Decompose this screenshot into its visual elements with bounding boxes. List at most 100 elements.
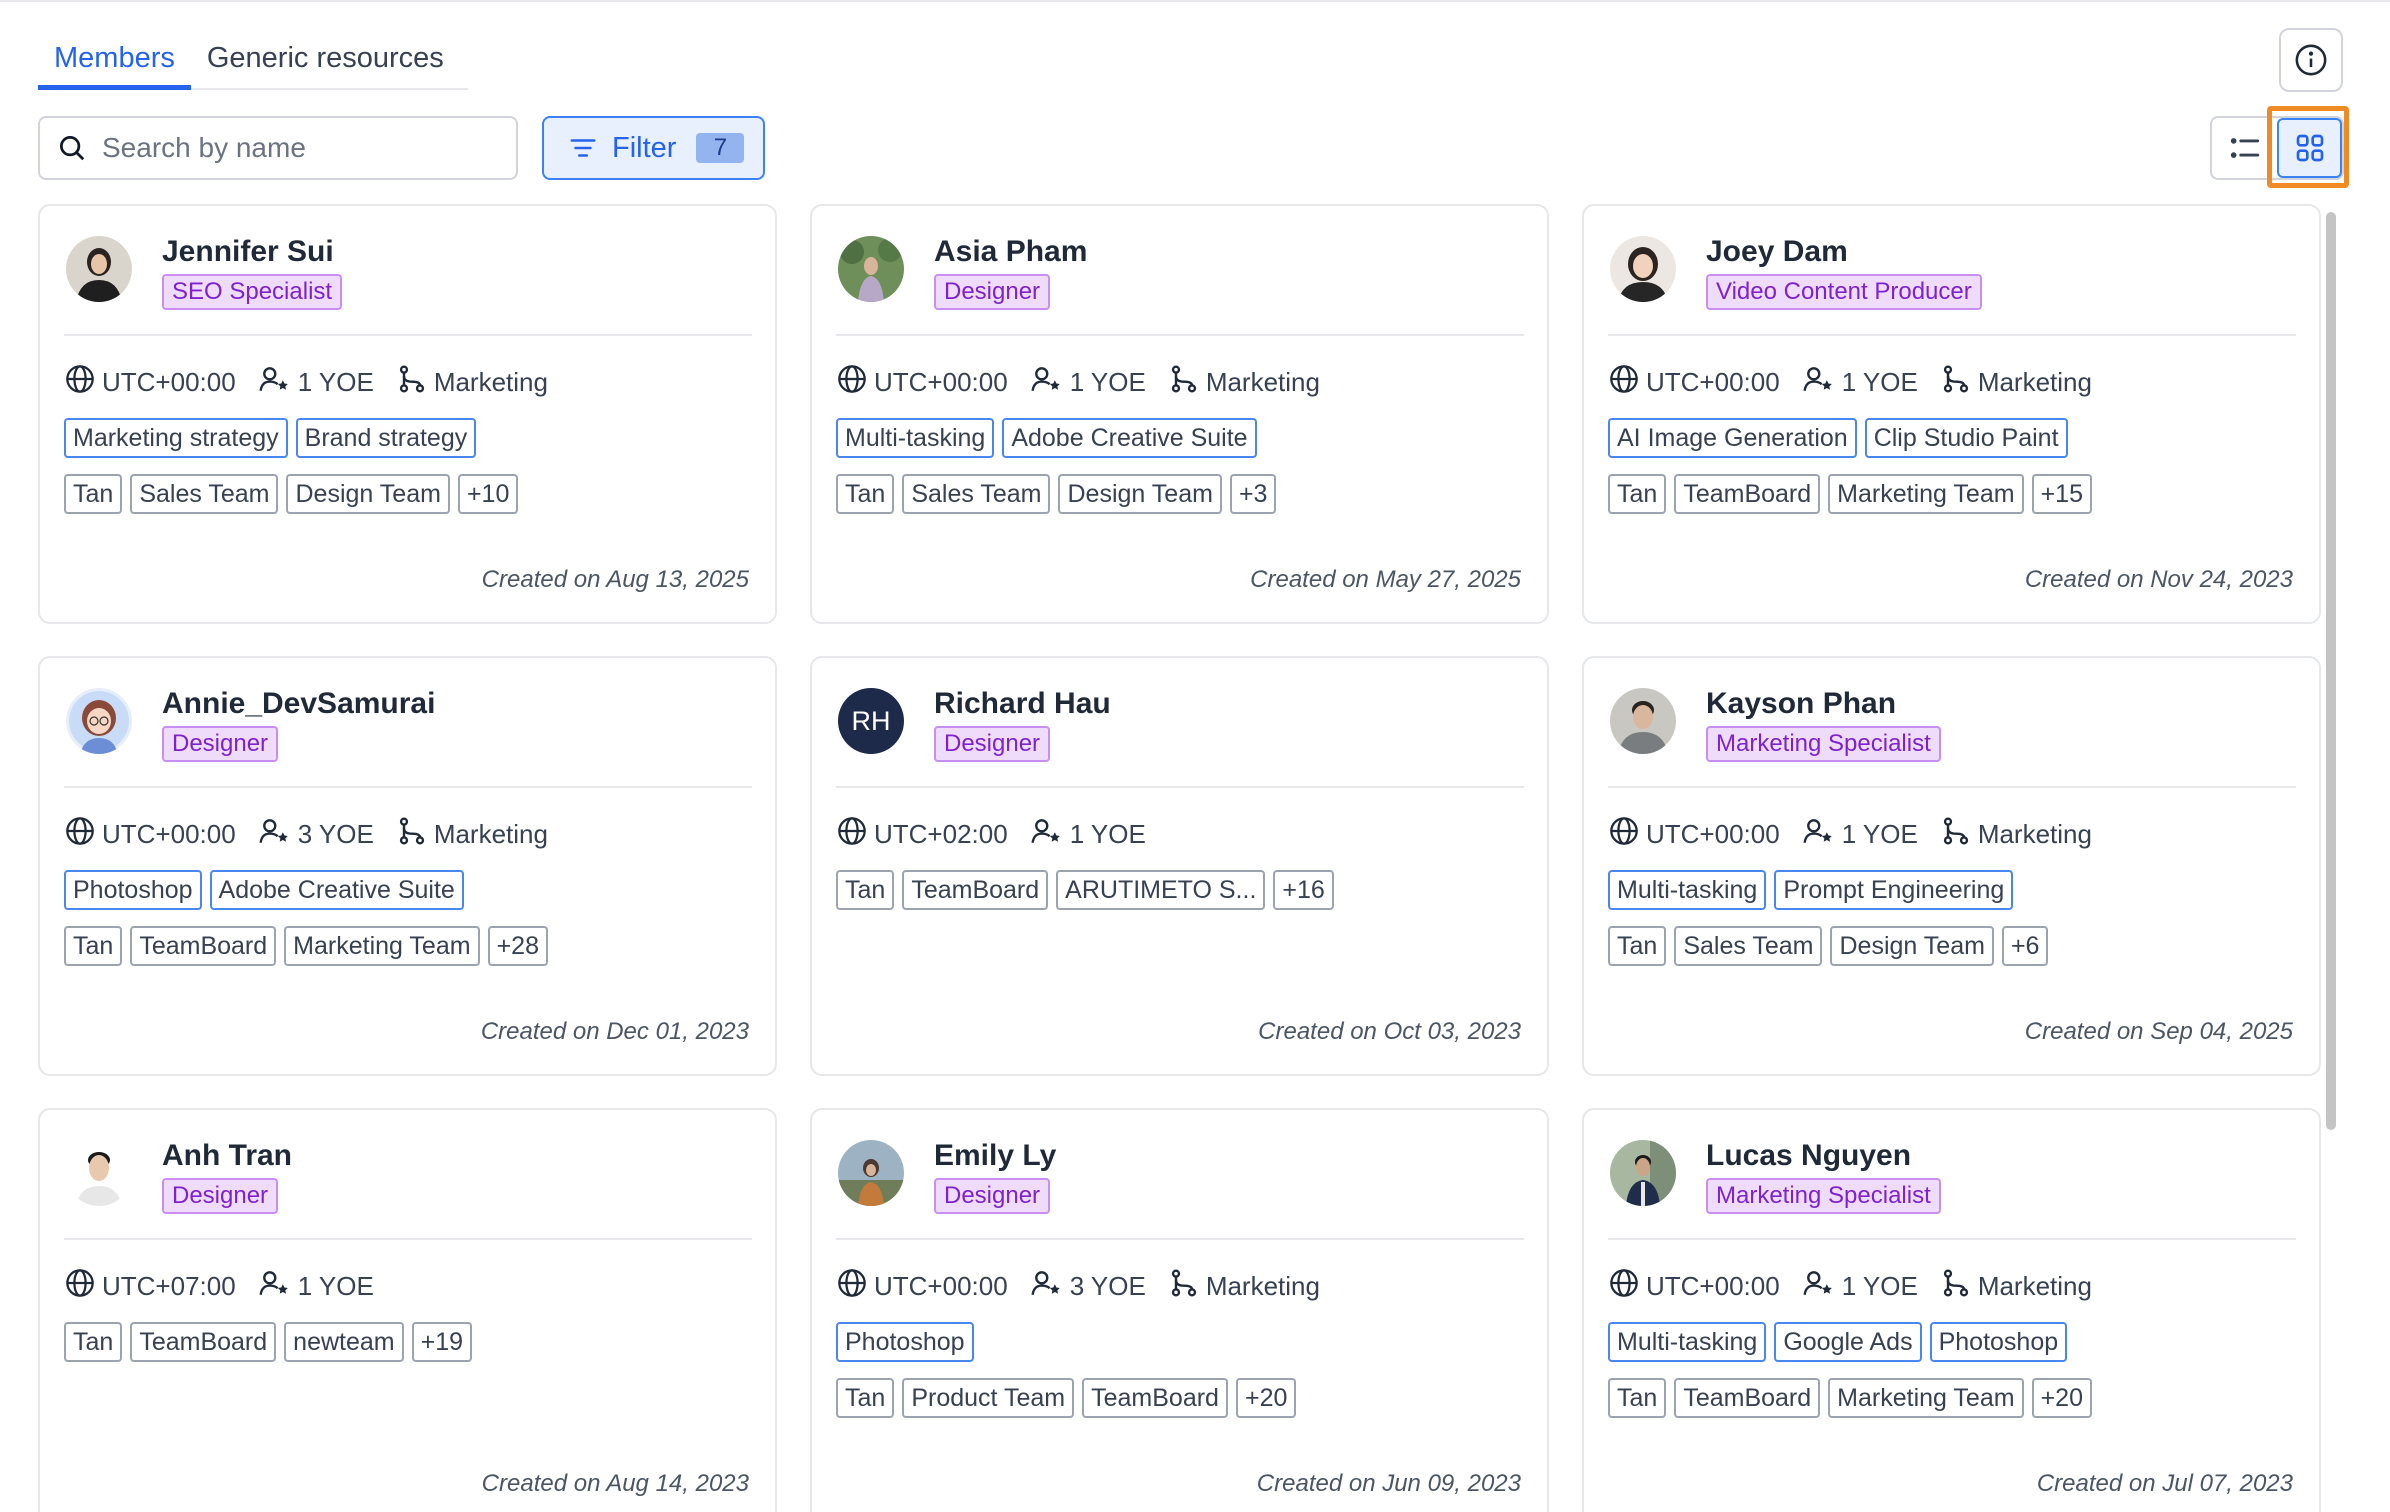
top-border xyxy=(0,0,2390,2)
member-name[interactable]: Emily Ly xyxy=(934,1138,1056,1174)
avatar xyxy=(1610,1140,1676,1206)
skill-chips: Multi-tasking Google Ads Photoshop xyxy=(1608,1322,2075,1362)
created-date: Created on Jul 07, 2023 xyxy=(2036,1470,2293,1497)
timezone-info: UTC+00:00 xyxy=(1608,815,1780,854)
card-divider xyxy=(64,1238,752,1240)
member-card[interactable]: Lucas Nguyen Marketing Specialist UTC+00… xyxy=(1582,1108,2321,1512)
card-header: Anh Tran Designer xyxy=(66,1138,292,1214)
globe-icon xyxy=(64,363,102,402)
team-chip: Tan xyxy=(64,926,123,966)
grid-view-button[interactable] xyxy=(2277,118,2342,178)
skill-chip: Google Ads xyxy=(1774,1322,1922,1362)
user-star-icon xyxy=(1030,1267,1070,1306)
role-badge: Designer xyxy=(162,726,279,762)
department-info: Marketing xyxy=(1940,363,2092,402)
member-card[interactable]: Anh Tran Designer UTC+07:00 1 YOE Tan Tea… xyxy=(38,1108,777,1512)
member-meta: UTC+00:00 1 YOE Marketing xyxy=(1608,814,2114,854)
user-star-icon xyxy=(258,1267,298,1306)
team-chip: +20 xyxy=(2031,1378,2092,1418)
team-chip: Tan xyxy=(64,1322,123,1362)
member-card[interactable]: Annie_DevSamurai Designer UTC+00:00 3 YO… xyxy=(38,656,777,1076)
skill-chips: AI Image Generation Clip Studio Paint xyxy=(1608,418,2076,458)
timezone-label: UTC+00:00 xyxy=(874,1270,1008,1301)
experience-info: 1 YOE xyxy=(1030,815,1146,854)
list-view-button[interactable] xyxy=(2212,118,2277,178)
branch-icon xyxy=(396,815,434,854)
card-header: Asia Pham Designer xyxy=(838,234,1087,310)
role-badge: Marketing Specialist xyxy=(1706,1178,1941,1214)
team-chip: TeamBoard xyxy=(1674,474,1821,514)
member-card[interactable]: Asia Pham Designer UTC+00:00 1 YOE Market… xyxy=(810,204,1549,624)
member-name[interactable]: Lucas Nguyen xyxy=(1706,1138,1941,1174)
experience-info: 3 YOE xyxy=(1030,1267,1146,1306)
member-name[interactable]: Jennifer Sui xyxy=(162,234,342,270)
tab-members[interactable]: Members xyxy=(38,28,191,90)
card-divider xyxy=(64,334,752,336)
member-card[interactable]: Joey Dam Video Content Producer UTC+00:0… xyxy=(1582,204,2321,624)
member-card[interactable]: Jennifer Sui SEO Specialist UTC+00:00 1 … xyxy=(38,204,777,624)
info-button[interactable] xyxy=(2279,28,2343,92)
member-name[interactable]: Annie_DevSamurai xyxy=(162,686,435,722)
skill-chip: Adobe Creative Suite xyxy=(1002,418,1257,458)
card-header: Jennifer Sui SEO Specialist xyxy=(66,234,343,310)
yoe-label: 1 YOE xyxy=(1841,366,1918,397)
team-chip: Sales Team xyxy=(1674,926,1823,966)
user-star-icon xyxy=(258,815,298,854)
user-star-icon xyxy=(1030,363,1070,402)
card-header: Lucas Nguyen Marketing Specialist xyxy=(1610,1138,1941,1214)
member-name[interactable]: Asia Pham xyxy=(934,234,1087,270)
skill-chips: Multi-tasking Adobe Creative Suite xyxy=(836,418,1265,458)
branch-icon xyxy=(1168,363,1206,402)
role-badge: Designer xyxy=(934,274,1051,310)
member-name[interactable]: Richard Hau xyxy=(934,686,1111,722)
member-card[interactable]: RH Richard Hau Designer UTC+02:00 1 YOE … xyxy=(810,656,1549,1076)
tab-generic-resources[interactable]: Generic resources xyxy=(191,28,460,88)
team-chip: Sales Team xyxy=(902,474,1051,514)
team-chips: Tan TeamBoard newteam +19 xyxy=(64,1322,480,1362)
filter-button[interactable]: Filter 7 xyxy=(542,116,765,180)
user-star-icon xyxy=(1802,815,1842,854)
team-chip: Sales Team xyxy=(130,474,279,514)
department-info: Marketing xyxy=(1168,363,1320,402)
team-chip: TeamBoard xyxy=(130,1322,277,1362)
created-date: Created on Dec 01, 2023 xyxy=(480,1018,749,1045)
skill-chip: Photoshop xyxy=(836,1322,974,1362)
member-card[interactable]: Kayson Phan Marketing Specialist UTC+00:… xyxy=(1582,656,2321,1076)
view-toggle xyxy=(2210,116,2344,180)
member-meta: UTC+07:00 1 YOE xyxy=(64,1266,396,1306)
globe-icon xyxy=(1608,363,1646,402)
role-badge: SEO Specialist xyxy=(162,274,343,310)
department-info: Marketing xyxy=(396,815,548,854)
skill-chips: Photoshop xyxy=(836,1322,982,1362)
team-chip: Tan xyxy=(836,1378,895,1418)
department-label: Marketing xyxy=(1205,1270,1320,1301)
member-name[interactable]: Anh Tran xyxy=(162,1138,292,1174)
member-card[interactable]: Emily Ly Designer UTC+00:00 3 YOE Marketi… xyxy=(810,1108,1549,1512)
team-chip: TeamBoard xyxy=(130,926,277,966)
avatar xyxy=(838,236,904,302)
team-chips: Tan TeamBoard Marketing Team +28 xyxy=(64,926,556,966)
yoe-label: 1 YOE xyxy=(1841,818,1918,849)
member-meta: UTC+00:00 3 YOE Marketing xyxy=(64,814,570,854)
card-divider xyxy=(1608,1238,2296,1240)
experience-info: 1 YOE xyxy=(258,363,374,402)
timezone-label: UTC+00:00 xyxy=(102,366,236,397)
member-meta: UTC+00:00 3 YOE Marketing xyxy=(836,1266,1342,1306)
scrollbar-thumb[interactable] xyxy=(2326,212,2336,1130)
member-meta: UTC+00:00 1 YOE Marketing xyxy=(64,362,570,402)
team-chip: +6 xyxy=(2001,926,2049,966)
skill-chip: AI Image Generation xyxy=(1608,418,1857,458)
avatar xyxy=(838,1140,904,1206)
member-name[interactable]: Joey Dam xyxy=(1706,234,1982,270)
list-view-icon xyxy=(2230,138,2259,158)
search-input[interactable] xyxy=(102,132,482,164)
yoe-label: 3 YOE xyxy=(1069,1270,1146,1301)
search-icon xyxy=(56,132,88,164)
avatar xyxy=(1610,236,1676,302)
member-identity: Lucas Nguyen Marketing Specialist xyxy=(1706,1138,1941,1214)
department-info: Marketing xyxy=(1940,815,2092,854)
member-name[interactable]: Kayson Phan xyxy=(1706,686,1941,722)
team-chip: Marketing Team xyxy=(284,926,480,966)
timezone-label: UTC+02:00 xyxy=(874,818,1008,849)
member-identity: Annie_DevSamurai Designer xyxy=(162,686,435,762)
